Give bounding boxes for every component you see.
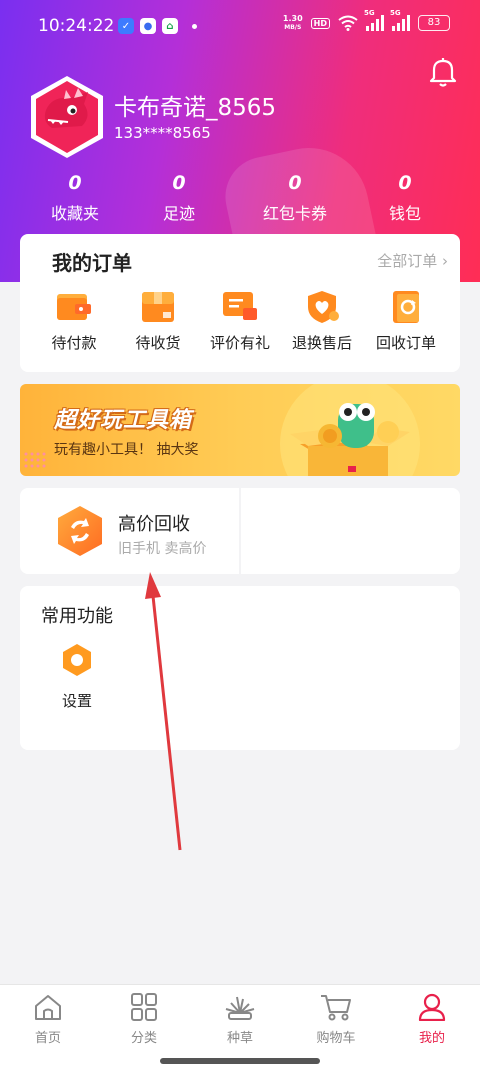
stat-value: 0 <box>68 172 82 194</box>
all-orders-link[interactable]: 全部订单 › <box>377 250 448 271</box>
common-functions-card: 常用功能 设置 <box>20 586 460 750</box>
more-notifications-dot <box>192 23 197 29</box>
stat-favorites[interactable]: 0 收藏夹 <box>20 172 130 224</box>
stat-label: 收藏夹 <box>50 204 99 223</box>
bell-icon[interactable] <box>428 56 458 88</box>
battery-icon: 83 <box>418 15 450 31</box>
stat-value: 0 <box>288 172 302 194</box>
order-label: 评价有礼 <box>209 334 270 352</box>
category-icon <box>131 993 157 1021</box>
dotted-decoration <box>24 452 46 468</box>
recycle-order-icon <box>393 291 419 323</box>
recycle-card: 高价回收 旧手机 卖高价 <box>20 488 460 574</box>
status-time: 10:24:22 <box>38 16 115 36</box>
banner-subtitle: 玩有趣小工具！ 抽大奖 <box>54 442 199 458</box>
banner-title: 超好玩工具箱 <box>54 408 193 433</box>
tab-profile[interactable]: 我的 <box>384 993 480 1046</box>
tab-label: 种草 <box>226 1031 253 1046</box>
order-label: 回收订单 <box>375 334 436 352</box>
orders-title: 我的订单 <box>52 251 132 275</box>
order-after-sales[interactable]: 退换售后 <box>282 290 362 353</box>
home-indicator[interactable] <box>160 1058 320 1064</box>
signal-strength-2-icon: 5G <box>390 9 410 31</box>
stat-label: 钱包 <box>388 204 421 223</box>
tab-category[interactable]: 分类 <box>96 993 192 1046</box>
high-price-recycle-entry[interactable]: 高价回收 旧手机 卖高价 <box>20 488 239 574</box>
gift-box-mascot-illustration <box>280 384 420 476</box>
home-icon <box>35 995 61 1020</box>
recycle-title: 高价回收 <box>118 514 190 535</box>
settings-icon <box>63 644 91 676</box>
shield-heart-icon <box>308 291 339 323</box>
comment-icon <box>223 292 257 320</box>
tab-label: 首页 <box>34 1031 61 1046</box>
status-right-icons: 1.30 MB/S HD 5G 5G 83 <box>282 9 450 32</box>
cart-icon <box>321 995 351 1021</box>
net-speed: 1.30 MB/S <box>282 14 303 31</box>
status-app-icons: ✓ ● ⌂ <box>118 18 197 34</box>
recycle-subtitle: 旧手机 卖高价 <box>118 541 207 557</box>
notification-app-icon: ✓ <box>118 18 134 34</box>
order-recycle[interactable]: 回收订单 <box>366 290 446 353</box>
hd-voice-icon: HD <box>310 17 330 29</box>
tab-cart[interactable]: 购物车 <box>288 993 384 1046</box>
stat-history[interactable]: 0 足迹 <box>124 172 234 224</box>
stat-value: 0 <box>172 172 186 194</box>
wallet-icon <box>57 294 91 320</box>
tab-label: 购物车 <box>316 1031 356 1046</box>
phone-number: 133****8565 <box>114 124 211 142</box>
card-divider <box>239 488 241 574</box>
wifi-icon <box>338 15 358 31</box>
order-label: 待收货 <box>135 334 181 352</box>
order-review[interactable]: 评价有礼 <box>200 290 280 353</box>
avatar[interactable] <box>28 74 106 160</box>
grass-icon <box>225 996 255 1020</box>
package-icon <box>142 292 174 322</box>
status-bar: 10:24:22 ✓ ● ⌂ 1.30 MB/S HD 5G 5G 83 <box>0 0 480 56</box>
stat-label: 红包卡券 <box>262 204 327 223</box>
profile-icon <box>418 993 446 1021</box>
function-label: 设置 <box>61 692 92 710</box>
my-orders-card: 我的订单 全部订单 › 待付款 待收货 评价有礼 退换售后 回收订单 <box>20 234 460 372</box>
tab-grass[interactable]: 种草 <box>192 993 288 1046</box>
order-pending-receipt[interactable]: 待收货 <box>118 290 198 353</box>
recycle-icon <box>58 506 102 556</box>
order-pending-payment[interactable]: 待付款 <box>34 290 114 353</box>
tab-label: 我的 <box>418 1031 445 1046</box>
order-label: 退换售后 <box>291 334 352 352</box>
profile-stats: 0 收藏夹 0 足迹 0 红包卡券 0 钱包 <box>0 172 480 232</box>
username[interactable]: 卡布奇诺_8565 <box>114 88 276 122</box>
stat-value: 0 <box>398 172 412 194</box>
toolbox-banner[interactable]: 超好玩工具箱 玩有趣小工具！ 抽大奖 <box>20 384 460 476</box>
functions-title: 常用功能 <box>41 606 113 627</box>
tab-home[interactable]: 首页 <box>0 993 96 1046</box>
chevron-right-icon: › <box>442 252 448 270</box>
store-app-icon: ⌂ <box>162 18 178 34</box>
baidu-paw-icon: ● <box>140 18 156 34</box>
stat-label: 足迹 <box>162 204 195 223</box>
tab-label: 分类 <box>130 1031 157 1046</box>
settings-button[interactable]: 设置 <box>54 642 100 711</box>
stat-coupons[interactable]: 0 红包卡券 <box>240 172 350 224</box>
stat-wallet[interactable]: 0 钱包 <box>350 172 460 224</box>
order-label: 待付款 <box>51 334 97 352</box>
signal-strength-1-icon: 5G <box>364 9 384 31</box>
